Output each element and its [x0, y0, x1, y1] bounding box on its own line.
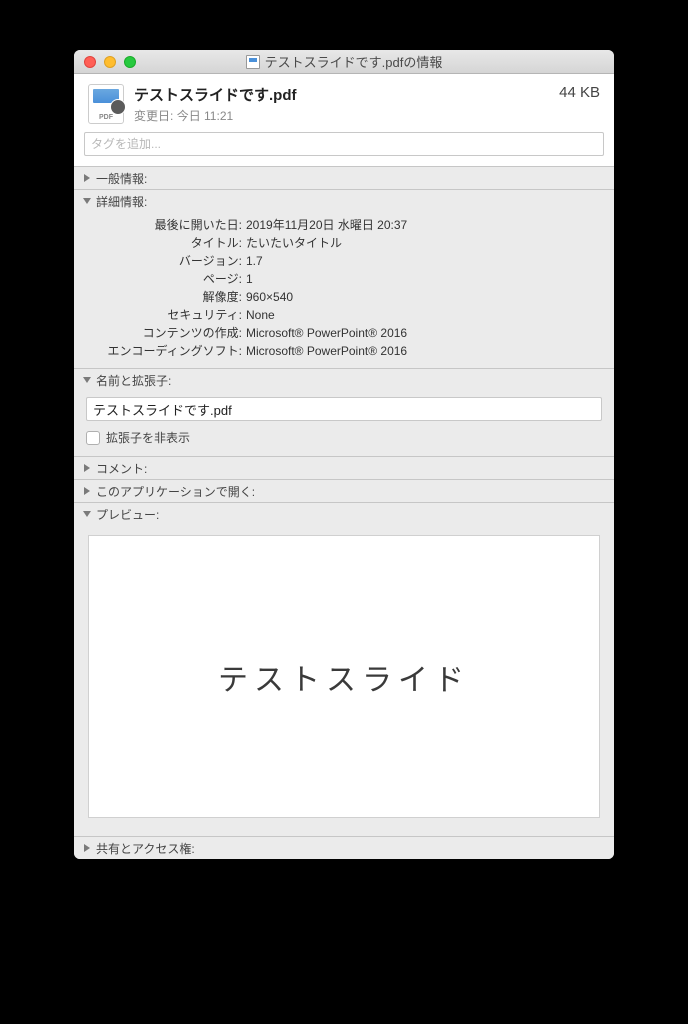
- modified-date: 変更日: 今日 11:21: [134, 107, 559, 124]
- detail-row: セキュリティ: None: [86, 306, 602, 324]
- section-label: コメント:: [96, 460, 147, 477]
- chevron-right-icon: [82, 173, 92, 183]
- detail-value: Microsoft® PowerPoint® 2016: [246, 342, 602, 360]
- preview-thumbnail[interactable]: テストスライド: [88, 535, 600, 818]
- section-header-name-ext[interactable]: 名前と拡張子:: [74, 369, 614, 391]
- chevron-down-icon: [82, 196, 92, 206]
- section-header-comment[interactable]: コメント:: [74, 457, 614, 479]
- detail-row: 解像度: 960×540: [86, 288, 602, 306]
- pdf-document-icon: [246, 55, 260, 69]
- preview-content-text: テストスライド: [218, 655, 470, 699]
- file-icon: [88, 84, 124, 124]
- file-size: 44 KB: [559, 84, 600, 101]
- section-comment: コメント:: [74, 456, 614, 479]
- detail-row: コンテンツの作成: Microsoft® PowerPoint® 2016: [86, 324, 602, 342]
- section-label: 名前と拡張子:: [96, 372, 171, 389]
- chevron-down-icon: [82, 509, 92, 519]
- chevron-right-icon: [82, 843, 92, 853]
- window-title-container: テストスライドです.pdfの情報: [74, 52, 614, 71]
- section-header-sharing[interactable]: 共有とアクセス権:: [74, 837, 614, 859]
- section-label: 詳細情報:: [96, 193, 147, 210]
- titlebar[interactable]: テストスライドです.pdfの情報: [74, 50, 614, 74]
- detail-label: ページ:: [86, 270, 246, 288]
- hide-extension-label: 拡張子を非表示: [106, 429, 190, 446]
- app-badge-icon: [110, 99, 126, 115]
- detail-row: エンコーディングソフト: Microsoft® PowerPoint® 2016: [86, 342, 602, 360]
- file-header: テストスライドです.pdf 変更日: 今日 11:21 44 KB: [74, 74, 614, 132]
- detail-row: バージョン: 1.7: [86, 252, 602, 270]
- detail-value: 1.7: [246, 252, 602, 270]
- detail-body: 最後に開いた日: 2019年11月20日 水曜日 20:37 タイトル: たいた…: [74, 212, 614, 368]
- section-open-with: このアプリケーションで開く:: [74, 479, 614, 502]
- detail-label: 最後に開いた日:: [86, 216, 246, 234]
- header-text: テストスライドです.pdf 変更日: 今日 11:21: [134, 84, 559, 124]
- detail-value: たいたいタイトル: [246, 234, 602, 252]
- maximize-button[interactable]: [124, 56, 136, 68]
- chevron-right-icon: [82, 486, 92, 496]
- detail-value: None: [246, 306, 602, 324]
- section-sharing: 共有とアクセス権:: [74, 836, 614, 859]
- section-label: 一般情報:: [96, 170, 147, 187]
- detail-label: コンテンツの作成:: [86, 324, 246, 342]
- detail-value: 1: [246, 270, 602, 288]
- detail-row: タイトル: たいたいタイトル: [86, 234, 602, 252]
- detail-value: 960×540: [246, 288, 602, 306]
- preview-body: テストスライド: [74, 525, 614, 836]
- hide-extension-checkbox[interactable]: [86, 431, 100, 445]
- hide-extension-row: 拡張子を非表示: [86, 429, 602, 446]
- chevron-right-icon: [82, 463, 92, 473]
- tags-input[interactable]: [84, 132, 604, 156]
- name-ext-body: 拡張子を非表示: [74, 391, 614, 456]
- section-name-ext: 名前と拡張子: 拡張子を非表示: [74, 368, 614, 456]
- section-label: プレビュー:: [96, 506, 159, 523]
- detail-label: セキュリティ:: [86, 306, 246, 324]
- detail-value: Microsoft® PowerPoint® 2016: [246, 324, 602, 342]
- window-title: テストスライドです.pdfの情報: [265, 52, 443, 71]
- close-button[interactable]: [84, 56, 96, 68]
- info-window: テストスライドです.pdfの情報 テストスライドです.pdf 変更日: 今日 1…: [74, 50, 614, 859]
- section-header-general[interactable]: 一般情報:: [74, 167, 614, 189]
- detail-value: 2019年11月20日 水曜日 20:37: [246, 216, 602, 234]
- section-header-detail[interactable]: 詳細情報:: [74, 190, 614, 212]
- detail-label: タイトル:: [86, 234, 246, 252]
- traffic-lights: [74, 56, 136, 68]
- detail-label: 解像度:: [86, 288, 246, 306]
- section-general: 一般情報:: [74, 166, 614, 189]
- section-header-open-with[interactable]: このアプリケーションで開く:: [74, 480, 614, 502]
- tags-row: [74, 132, 614, 166]
- detail-label: エンコーディングソフト:: [86, 342, 246, 360]
- section-header-preview[interactable]: プレビュー:: [74, 503, 614, 525]
- filename-input[interactable]: [86, 397, 602, 421]
- detail-row: 最後に開いた日: 2019年11月20日 水曜日 20:37: [86, 216, 602, 234]
- section-preview: プレビュー: テストスライド: [74, 502, 614, 836]
- filename: テストスライドです.pdf: [134, 84, 559, 105]
- minimize-button[interactable]: [104, 56, 116, 68]
- section-label: 共有とアクセス権:: [96, 840, 195, 857]
- section-label: このアプリケーションで開く:: [96, 483, 255, 500]
- detail-row: ページ: 1: [86, 270, 602, 288]
- chevron-down-icon: [82, 375, 92, 385]
- detail-label: バージョン:: [86, 252, 246, 270]
- section-detail: 詳細情報: 最後に開いた日: 2019年11月20日 水曜日 20:37 タイト…: [74, 189, 614, 368]
